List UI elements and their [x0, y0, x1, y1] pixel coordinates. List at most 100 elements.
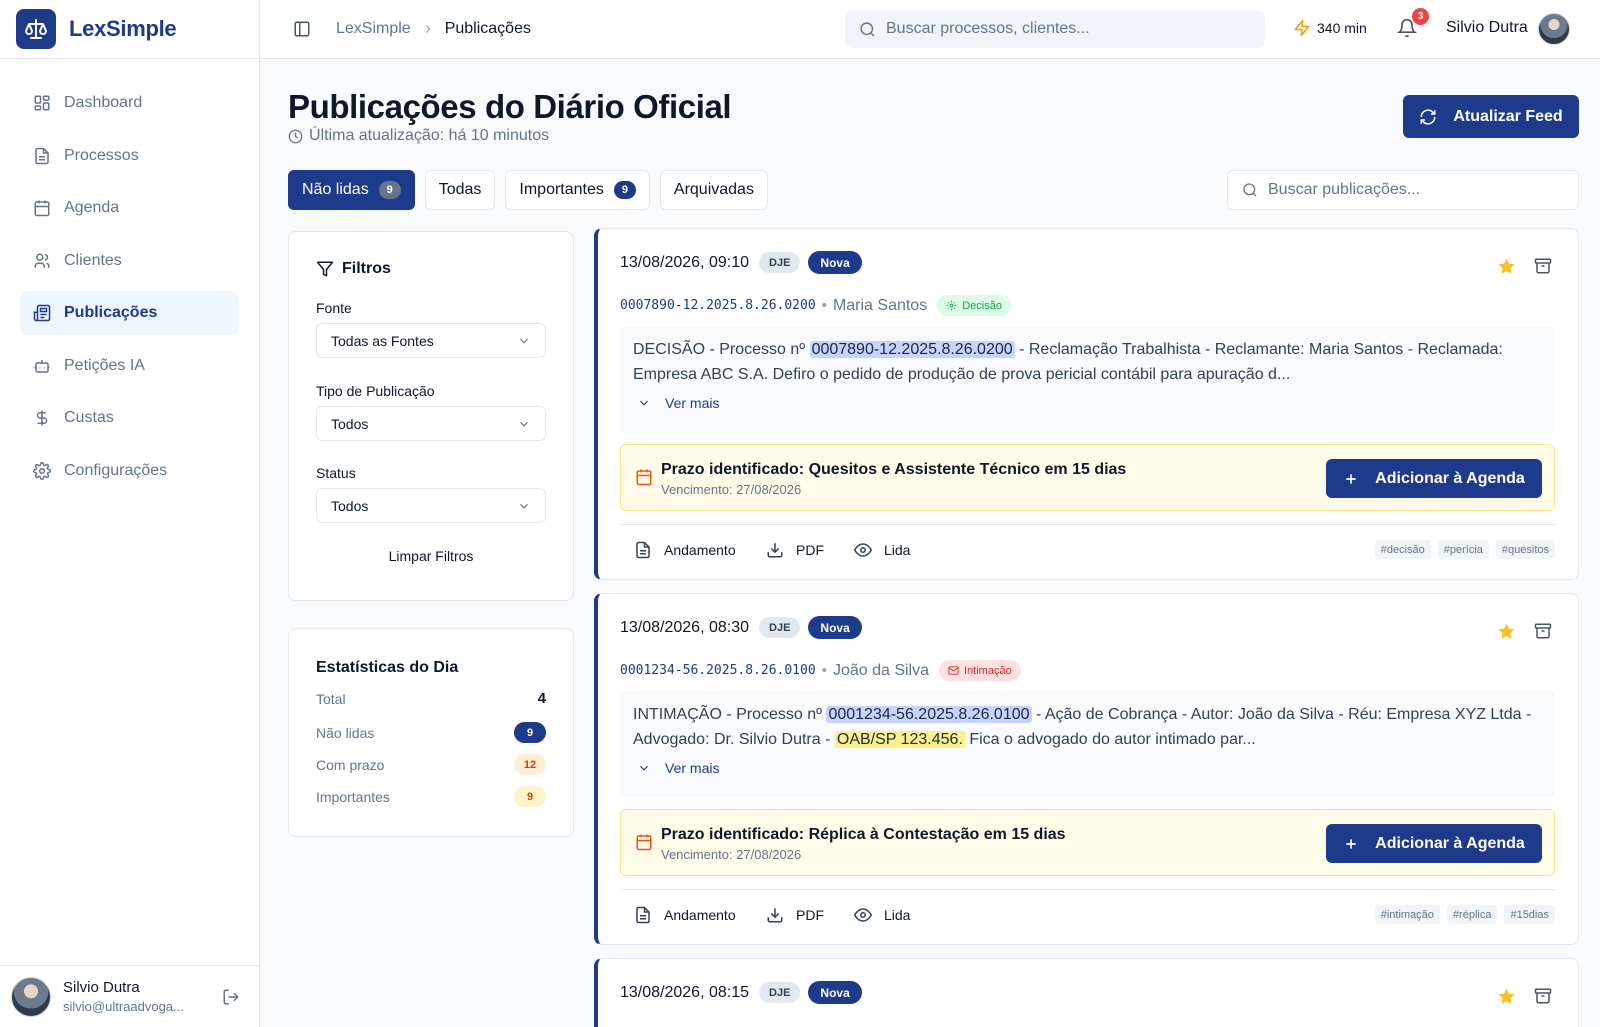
sidebar-item-label: Agenda: [64, 199, 120, 216]
clock-icon: [288, 129, 303, 144]
lightning-icon: [1293, 19, 1311, 37]
stat-label: Com prazo: [316, 756, 385, 773]
tab-nao-lidas[interactable]: Não lidas 9: [288, 170, 415, 210]
card-header: 13/08/2026, 08:15 DJE Nova: [620, 981, 862, 1004]
separator-dot: •: [821, 297, 827, 314]
hashtag[interactable]: #decisão: [1374, 540, 1431, 559]
calendar-icon: [635, 468, 653, 486]
tab-label: Todas: [438, 181, 482, 198]
andamento-button[interactable]: Andamento: [634, 906, 736, 924]
tag-list: #decisão #perícia #quesitos: [1368, 540, 1555, 559]
sidebar-item-label: Publicações: [64, 304, 158, 321]
hashtag[interactable]: #intimação: [1374, 905, 1440, 924]
refresh-feed-button[interactable]: Atualizar Feed: [1403, 95, 1579, 138]
publication-search-input[interactable]: Buscar publicações...: [1227, 170, 1579, 210]
stat-row-com-prazo: Com prazo 12: [316, 754, 546, 775]
top-user-name[interactable]: Silvio Dutra: [1446, 19, 1528, 37]
show-more-button[interactable]: Ver mais: [637, 760, 719, 776]
archive-icon[interactable]: [1534, 987, 1552, 1005]
highlight-process: 0007890-12.2025.8.26.0200: [809, 341, 1015, 358]
tab-todas[interactable]: Todas: [424, 170, 496, 210]
publication-excerpt: DECISÃO - Processo nº 0007890-12.2025.8.…: [620, 325, 1555, 434]
status-badge: Nova: [808, 981, 862, 1004]
show-more-button[interactable]: Ver mais: [637, 395, 719, 411]
sidebar-item-processos[interactable]: Processos: [20, 134, 239, 178]
archive-icon[interactable]: [1534, 622, 1552, 640]
excerpt-text: DECISÃO - Processo nº 0007890-12.2025.8.…: [633, 337, 1542, 387]
breadcrumb-root[interactable]: LexSimple: [336, 20, 411, 38]
excerpt-part: DECISÃO - Processo nº: [633, 341, 810, 358]
user-email: silvio@ultraadvoga...: [63, 999, 184, 1014]
tab-importantes[interactable]: Importantes 9: [505, 170, 650, 210]
sidebar-item-dashboard[interactable]: Dashboard: [20, 81, 239, 125]
newspaper-icon: [33, 304, 51, 322]
star-icon[interactable]: [1497, 622, 1516, 641]
hashtag[interactable]: #perícia: [1437, 540, 1489, 559]
download-icon: [766, 541, 784, 559]
filters-panel: Filtros Fonte Todas as Fontes Tipo de Pu…: [288, 231, 574, 601]
pdf-button[interactable]: PDF: [766, 906, 824, 924]
logout-icon[interactable]: [222, 988, 240, 1006]
sidebar-item-custas[interactable]: Custas: [20, 396, 239, 440]
filter-icon: [316, 260, 334, 278]
credits-indicator[interactable]: 340 min: [1293, 19, 1367, 37]
stat-label: Importantes: [316, 788, 390, 805]
sidebar-item-configuracoes[interactable]: Configurações: [20, 449, 239, 493]
mark-read-button[interactable]: Lida: [854, 906, 910, 924]
tab-arquivadas[interactable]: Arquivadas: [659, 170, 768, 210]
status-select[interactable]: Todos: [316, 488, 546, 523]
sidebar-user[interactable]: Silvio Dutra silvio@ultraadvoga...: [0, 965, 260, 1027]
source-badge: DJE: [759, 982, 801, 1003]
archive-icon[interactable]: [1534, 257, 1552, 275]
user-info: Silvio Dutra silvio@ultraadvoga...: [63, 979, 184, 1014]
chevron-down-icon: [517, 334, 531, 348]
process-number[interactable]: 0007890-12.2025.8.26.0200: [620, 298, 816, 313]
brand-logo: [16, 9, 56, 49]
stat-row-importantes: Importantes 9: [316, 786, 546, 807]
star-icon[interactable]: [1497, 987, 1516, 1006]
add-to-agenda-button[interactable]: Adicionar à Agenda: [1326, 459, 1542, 498]
publication-card: 13/08/2026, 08:30 DJE Nova 0001234-56.20…: [594, 593, 1579, 945]
main-content: Publicações do Diário Oficial Última atu…: [261, 60, 1600, 1027]
type-select[interactable]: Todos: [316, 406, 546, 441]
process-number[interactable]: 0001234-56.2025.8.26.0100: [620, 663, 816, 678]
card-header: 13/08/2026, 09:10 DJE Nova: [620, 251, 862, 274]
hashtag[interactable]: #quesitos: [1495, 540, 1555, 559]
topbar: LexSimple Publicações Buscar processos, …: [261, 0, 1600, 59]
hashtag[interactable]: #15dias: [1504, 905, 1555, 924]
tag-list: #intimação #réplica #15dias: [1368, 905, 1555, 924]
mail-icon: [948, 665, 959, 676]
sidebar-item-agenda[interactable]: Agenda: [20, 186, 239, 230]
tab-label: Não lidas: [302, 181, 369, 198]
source-select[interactable]: Todas as Fontes: [316, 323, 546, 358]
clear-filters-button[interactable]: Limpar Filtros: [316, 548, 546, 564]
brand[interactable]: LexSimple: [0, 0, 259, 59]
sidebar-item-peticoes-ia[interactable]: Petições IA: [20, 344, 239, 388]
source-value: Todas as Fontes: [331, 332, 434, 349]
pdf-button[interactable]: PDF: [766, 541, 824, 559]
top-avatar[interactable]: [1538, 13, 1570, 45]
star-icon[interactable]: [1497, 257, 1516, 276]
andamento-button[interactable]: Andamento: [634, 541, 736, 559]
sidebar-item-clientes[interactable]: Clientes: [20, 239, 239, 283]
hashtag[interactable]: #réplica: [1446, 905, 1498, 924]
gear-icon: [33, 461, 51, 480]
chevron-right-icon: [421, 22, 435, 36]
stat-value: 9: [514, 786, 546, 807]
sidebar-toggle-icon[interactable]: [293, 20, 311, 38]
brand-name: LexSimple: [69, 16, 177, 41]
publication-tabs: Não lidas 9 Todas Importantes 9 Arquivad…: [288, 170, 778, 210]
tab-count: 9: [613, 181, 636, 199]
show-more-label: Ver mais: [665, 760, 720, 776]
stats-panel: Estatísticas do Dia Total 4 Não lidas 9 …: [288, 628, 574, 837]
mark-read-button[interactable]: Lida: [854, 541, 910, 559]
tab-label: Importantes: [519, 181, 604, 198]
file-icon: [634, 906, 652, 924]
sidebar-item-publicacoes[interactable]: Publicações: [20, 291, 239, 335]
global-search-input[interactable]: Buscar processos, clientes...: [845, 10, 1265, 48]
action-label: Andamento: [664, 542, 736, 558]
highlight-oab: OAB/SP 123.456.: [834, 731, 965, 748]
add-to-agenda-button[interactable]: Adicionar à Agenda: [1326, 824, 1542, 863]
dollar-icon: [33, 409, 51, 427]
publication-search-placeholder: Buscar publicações...: [1268, 181, 1421, 198]
